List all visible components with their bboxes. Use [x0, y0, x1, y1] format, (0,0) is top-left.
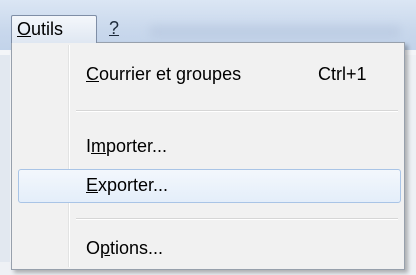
- outils-dropdown-menu: Courrier et groupes Ctrl+1 Importer... E…: [11, 42, 405, 270]
- menu-item-accel: m: [91, 136, 107, 156]
- menu-item-label: Options...: [86, 238, 163, 259]
- menu-item-label: Courrier et groupes: [86, 64, 241, 85]
- menu-item-rest: ourrier et groupes: [99, 64, 242, 84]
- menu-item-accel: C: [86, 64, 99, 84]
- menu-outils[interactable]: Outils: [11, 15, 97, 43]
- menu-item-accel: p: [100, 238, 111, 258]
- menu-item-rest: porter...: [106, 136, 168, 156]
- menu-item-prefix: O: [86, 238, 101, 258]
- menu-item-options[interactable]: Options...: [18, 232, 401, 266]
- menu-outils-label: utils: [31, 19, 64, 39]
- menu-item-rest: xporter...: [98, 175, 169, 195]
- menu-outils-accel: O: [17, 19, 32, 39]
- menu-separator: [76, 218, 398, 220]
- left-edge: [0, 55, 10, 275]
- menu-item-label: Importer...: [86, 136, 167, 157]
- menu-item-shortcut: Ctrl+1: [318, 64, 367, 84]
- menu-item-courrier-et-groupes[interactable]: Courrier et groupes Ctrl+1: [18, 58, 401, 92]
- menu-item-accel: E: [86, 175, 99, 195]
- menu-item-rest: tions...: [110, 238, 164, 258]
- menu-help[interactable]: ?: [109, 15, 133, 43]
- menu-separator: [76, 110, 398, 112]
- menu-item-exporter[interactable]: Exporter...: [18, 169, 401, 203]
- menu-item-importer[interactable]: Importer...: [18, 130, 401, 164]
- menu-item-label: Exporter...: [86, 175, 168, 196]
